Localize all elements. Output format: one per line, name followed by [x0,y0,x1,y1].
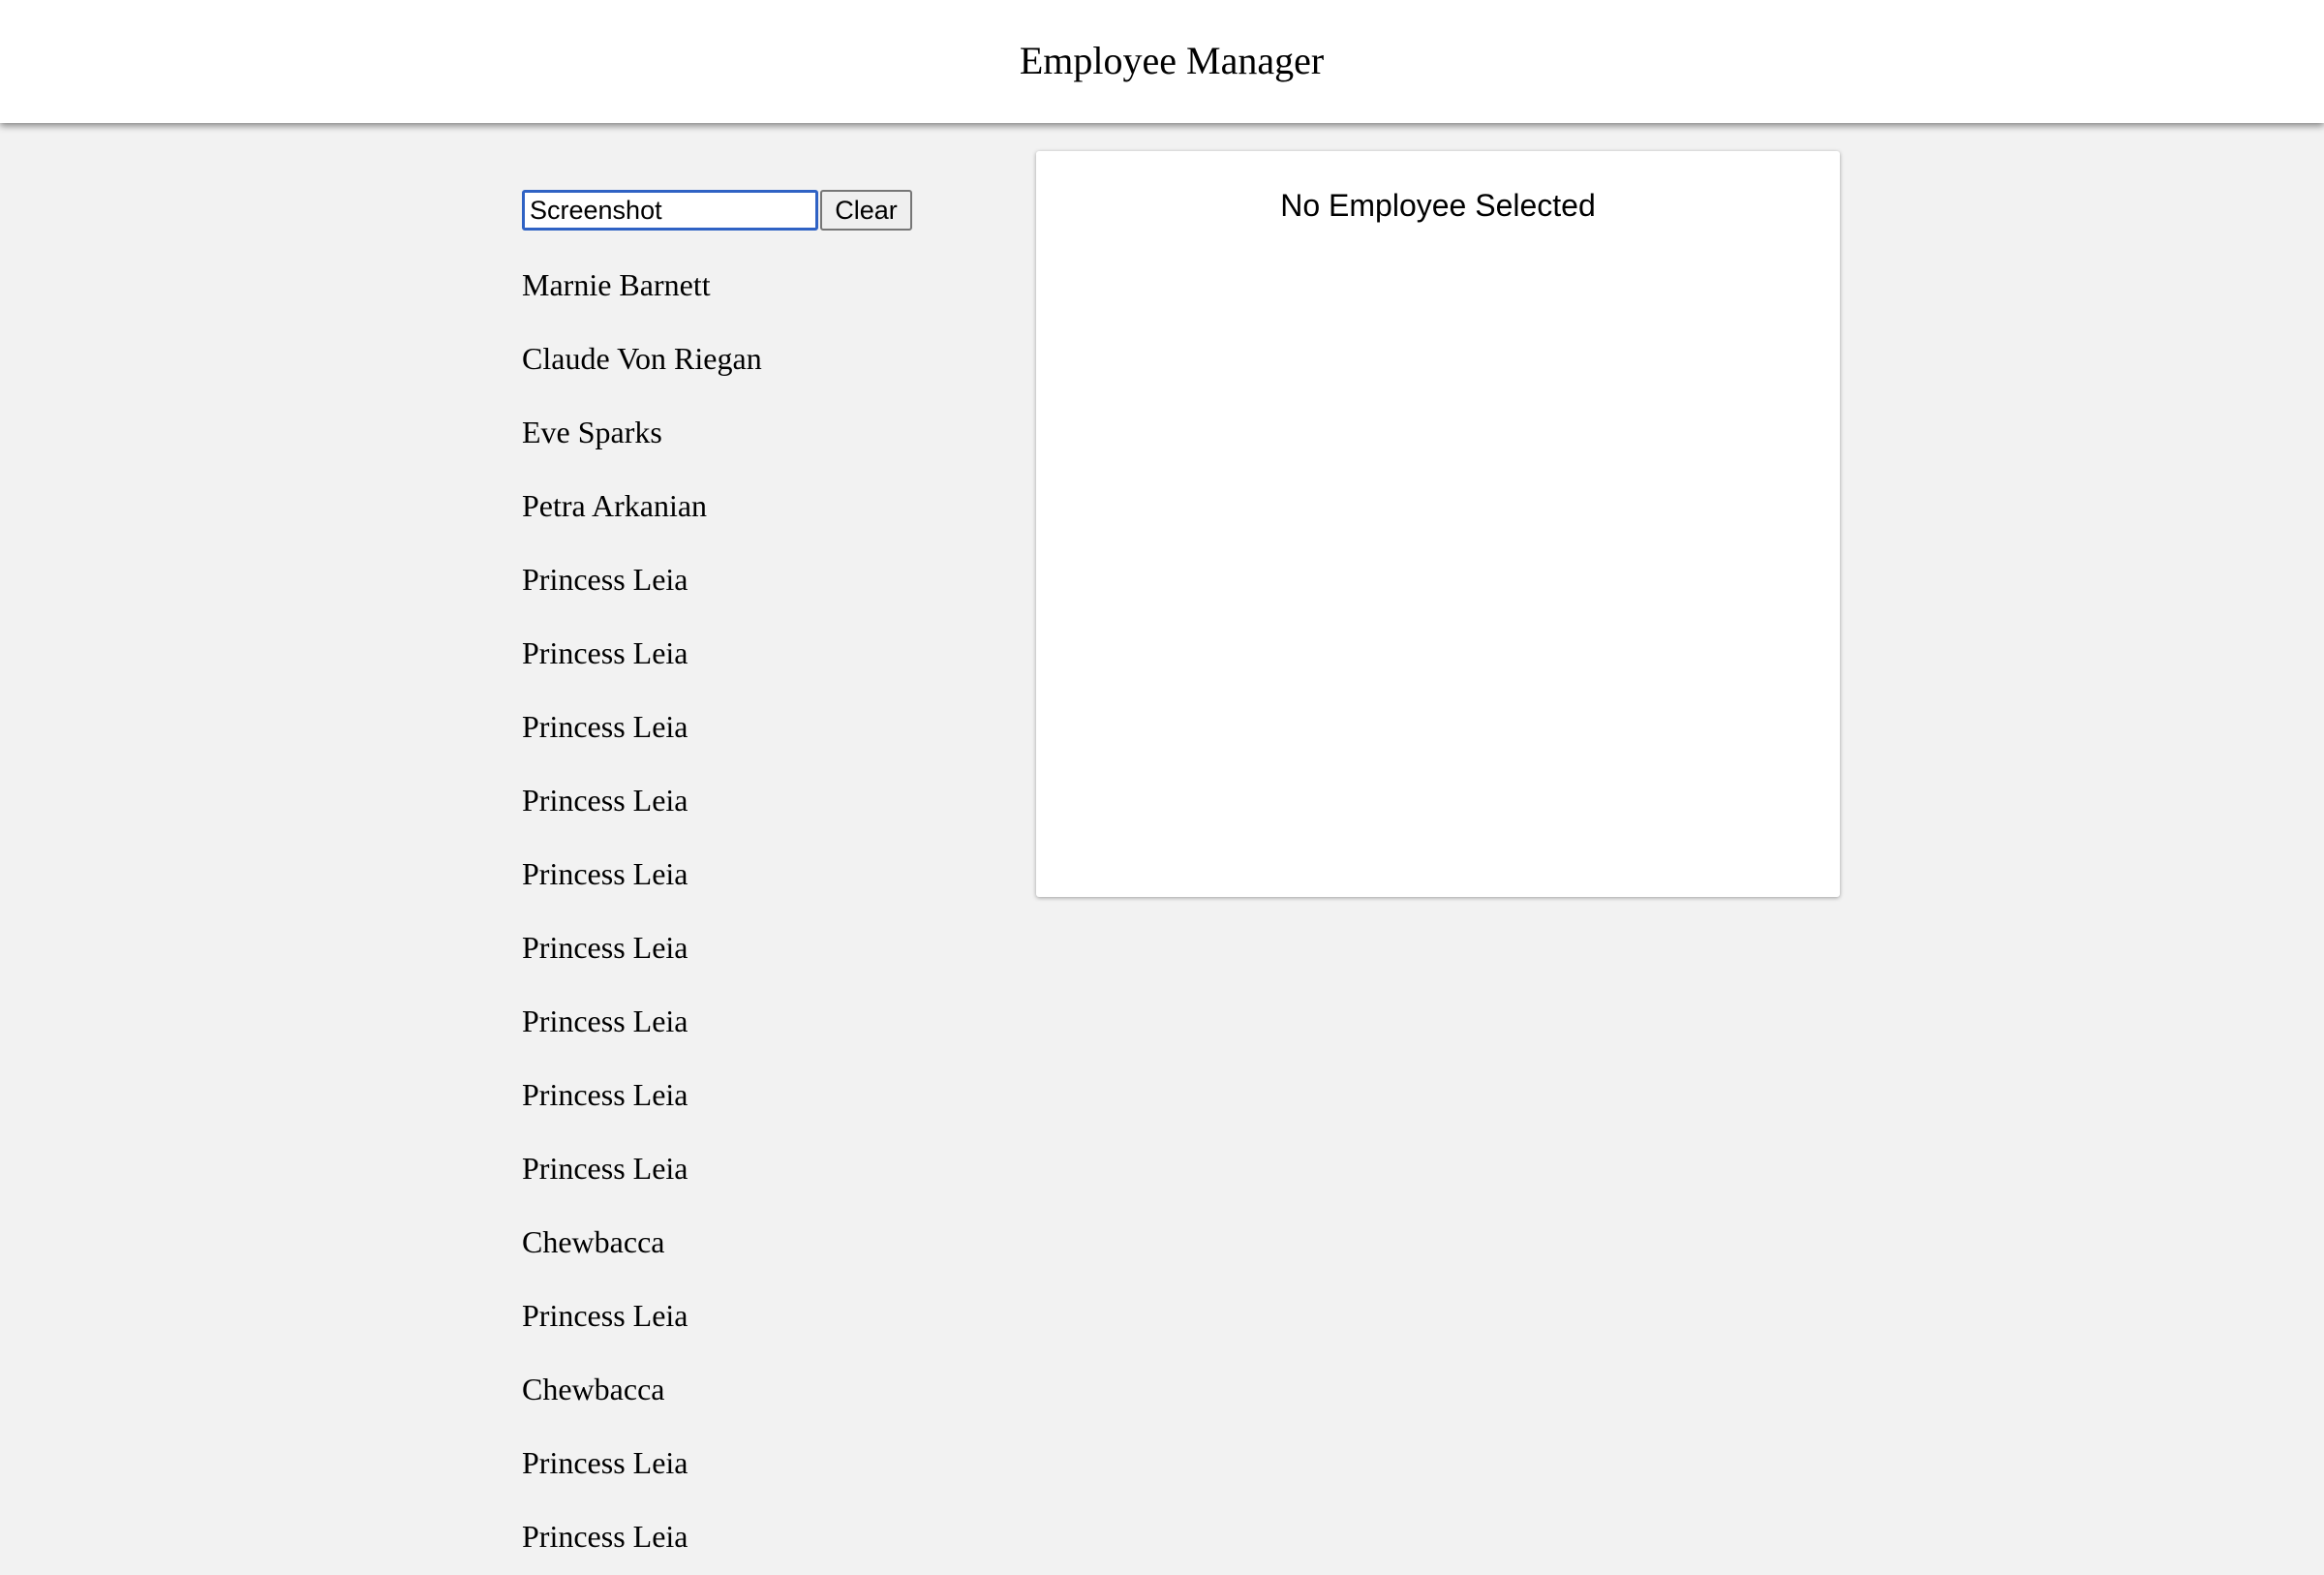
clear-button[interactable]: Clear [820,190,912,231]
list-item[interactable]: Princess Leia [522,616,1006,690]
list-item[interactable]: Princess Leia [522,1499,1006,1573]
employee-list: Marnie Barnett Claude Von Riegan Eve Spa… [522,248,1006,1573]
list-item[interactable]: Princess Leia [522,837,1006,911]
search-input[interactable] [522,190,818,231]
list-item[interactable]: Princess Leia [522,1131,1006,1205]
list-item[interactable]: Petra Arkanian [522,469,1006,542]
list-item[interactable]: Princess Leia [522,690,1006,763]
list-item[interactable]: Princess Leia [522,911,1006,984]
list-item[interactable]: Marnie Barnett [522,248,1006,322]
list-item[interactable]: Chewbacca [522,1352,1006,1426]
list-item[interactable]: Eve Sparks [522,395,1006,469]
list-item[interactable]: Princess Leia [522,763,1006,837]
list-item[interactable]: Princess Leia [522,984,1006,1058]
app-header: Employee Manager [0,0,2324,123]
empty-state-message: No Employee Selected [1280,188,1596,223]
employee-detail-panel: No Employee Selected [1036,151,1840,897]
list-item[interactable]: Princess Leia [522,1058,1006,1131]
list-item[interactable]: Princess Leia [522,1279,1006,1352]
page-title: Employee Manager [1019,39,1325,82]
list-item[interactable]: Princess Leia [522,1426,1006,1499]
search-bar: Clear [522,190,912,231]
list-item[interactable]: Chewbacca [522,1205,1006,1279]
list-item[interactable]: Princess Leia [522,542,1006,616]
list-item[interactable]: Claude Von Riegan [522,322,1006,395]
